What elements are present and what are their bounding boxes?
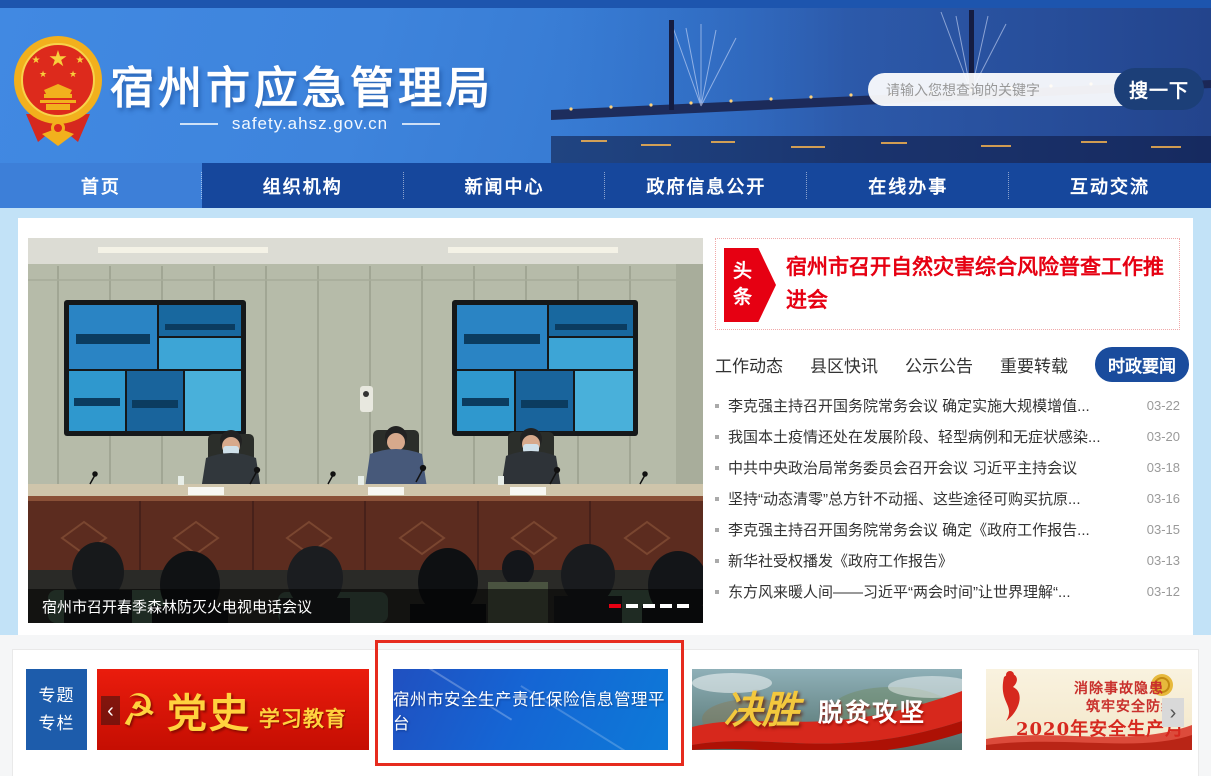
banner-poverty-main: 决胜: [724, 679, 800, 734]
nav-item-news-center[interactable]: 新闻中心: [404, 163, 606, 208]
banner-insurance-text: 宿州市安全生产责任保险信息管理平台: [393, 686, 668, 734]
news-column: 头条 宿州市召开自然灾害综合风险普查工作推进会 工作动态 县区快讯 公示公告 重…: [715, 238, 1183, 623]
prev-arrow-icon[interactable]: ‹: [101, 696, 120, 725]
news-title[interactable]: 坚持“动态清零”总方针不动摇、这些途径可购买抗原...: [728, 488, 1134, 509]
carousel-dots: [609, 604, 689, 608]
carousel-caption-bar: 宿州市召开春季森林防灭火电视电话会议: [28, 589, 703, 623]
banner-party-sub: 学习教育: [259, 703, 347, 733]
news-date: 03-22: [1134, 398, 1180, 413]
next-arrow-icon[interactable]: ›: [1162, 698, 1184, 727]
carousel-dot[interactable]: [609, 604, 621, 608]
banner-safety-line1: 消除事故隐患: [1074, 678, 1164, 698]
news-title[interactable]: 李克强主持召开国务院常务会议 确定《政府工作报告...: [728, 519, 1134, 540]
headline-badge-label: 头条: [733, 259, 753, 310]
news-date: 03-15: [1134, 522, 1180, 537]
mid-background: 宿州市召开春季森林防灭火电视电话会议 头条 宿州市召开自然: [0, 208, 1211, 635]
nav-item-interaction[interactable]: 互动交流: [1009, 163, 1211, 208]
nav-item-organization[interactable]: 组织机构: [202, 163, 404, 208]
bullet-icon: [715, 466, 719, 470]
carousel-dot[interactable]: [643, 604, 655, 608]
url-dash-left: [180, 123, 218, 125]
news-title[interactable]: 李克强主持召开国务院常务会议 确定实施大规模增值...: [728, 395, 1134, 416]
bullet-icon: [715, 497, 719, 501]
news-list-item[interactable]: 坚持“动态清零”总方针不动摇、这些途径可购买抗原... 03-16: [715, 483, 1180, 514]
url-dash-right: [402, 123, 440, 125]
search-bar: 搜一下: [868, 68, 1204, 110]
top-strip: [0, 0, 1211, 8]
carousel-dot[interactable]: [626, 604, 638, 608]
banner-poverty-sub: 脱贫攻坚: [818, 693, 926, 729]
svg-text:★: ★: [39, 69, 47, 79]
news-list: 李克强主持召开国务院常务会议 确定实施大规模增值... 03-22 我国本土疫情…: [715, 390, 1180, 607]
search-button[interactable]: 搜一下: [1114, 68, 1204, 110]
special-label-line1: 专题: [39, 682, 75, 709]
news-date: 03-13: [1134, 553, 1180, 568]
banner-poverty-alleviation[interactable]: 决胜 脱贫攻坚: [692, 669, 962, 750]
carousel-caption[interactable]: 宿州市召开春季森林防灭火电视电话会议: [42, 596, 609, 617]
bullet-icon: [715, 528, 719, 532]
news-title[interactable]: 新华社受权播发《政府工作报告》: [728, 550, 1134, 571]
news-list-item[interactable]: 李克强主持召开国务院常务会议 确定《政府工作报告... 03-15: [715, 514, 1180, 545]
news-date: 03-16: [1134, 491, 1180, 506]
news-date: 03-20: [1134, 429, 1180, 444]
banner-safety-line3: 2020年安全生产月: [1016, 715, 1184, 741]
bullet-icon: [715, 559, 719, 563]
tab-work-dynamics[interactable]: 工作动态: [715, 352, 783, 377]
bottom-background: 专题 专栏 ‹ ☭ 党史 学习教育 宿州市安全生产责任保险信息管理平台: [0, 635, 1211, 776]
national-emblem-icon: ★ ★ ★ ★ ★: [12, 30, 104, 148]
nav-item-online-service[interactable]: 在线办事: [807, 163, 1009, 208]
tab-county-news[interactable]: 县区快讯: [810, 352, 878, 377]
headline-box: 头条 宿州市召开自然灾害综合风险普查工作推进会: [715, 238, 1180, 330]
main-panel: 宿州市召开春季森林防灭火电视电话会议 头条 宿州市召开自然: [18, 218, 1193, 635]
news-list-item[interactable]: 新华社受权播发《政府工作报告》 03-13: [715, 545, 1180, 576]
carousel-dot[interactable]: [677, 604, 689, 608]
banner-insurance-platform[interactable]: 宿州市安全生产责任保险信息管理平台: [393, 669, 668, 750]
video-wall-right: [452, 300, 638, 436]
banner-row: ☭ 党史 学习教育 宿州市安全生产责任保险信息管理平台: [97, 669, 1192, 776]
video-wall-left: [64, 300, 246, 436]
news-list-item[interactable]: 中共中央政治局常务委员会召开会议 习近平主持会议 03-18: [715, 452, 1180, 483]
news-list-item[interactable]: 李克强主持召开国务院常务会议 确定实施大规模增值... 03-22: [715, 390, 1180, 421]
site-title: 宿州市应急管理局: [110, 52, 494, 116]
hammer-sickle-icon: ☭: [115, 682, 161, 737]
bullet-icon: [715, 404, 719, 408]
nav-item-gov-info[interactable]: 政府信息公开: [605, 163, 807, 208]
svg-text:★: ★: [32, 55, 41, 66]
search-input[interactable]: [868, 73, 1140, 106]
svg-text:★: ★: [76, 55, 85, 66]
page: ★ ★ ★ ★ ★ 宿州市应急管理局 safety.ahsz.gov.cn 搜一…: [0, 0, 1211, 776]
banner-party-history[interactable]: ☭ 党史 学习教育: [97, 669, 369, 750]
nav-item-home[interactable]: 首页: [0, 163, 202, 208]
headline-title[interactable]: 宿州市召开自然灾害综合风险普查工作推进会: [786, 252, 1165, 317]
svg-text:★: ★: [48, 46, 68, 71]
news-date: 03-18: [1134, 460, 1180, 475]
bullet-icon: [715, 435, 719, 439]
special-column-label[interactable]: 专题 专栏: [26, 669, 87, 750]
carousel-dot[interactable]: [660, 604, 672, 608]
svg-text:★: ★: [69, 69, 77, 79]
carousel-photo-meeting: [28, 238, 703, 623]
news-title[interactable]: 中共中央政治局常务委员会召开会议 习近平主持会议: [728, 457, 1134, 478]
tab-important-reposts[interactable]: 重要转载: [1000, 352, 1068, 377]
headline-badge: 头条: [724, 248, 776, 322]
news-title[interactable]: 我国本土疫情还处在发展阶段、轻型病例和无症状感染...: [728, 426, 1134, 447]
tab-public-notice[interactable]: 公示公告: [905, 352, 973, 377]
site-url: safety.ahsz.gov.cn: [232, 114, 388, 134]
site-url-row: safety.ahsz.gov.cn: [110, 114, 510, 134]
special-column-panel: 专题 专栏 ‹ ☭ 党史 学习教育 宿州市安全生产责任保险信息管理平台: [12, 649, 1199, 776]
news-carousel[interactable]: 宿州市召开春季森林防灭火电视电话会议: [28, 238, 703, 623]
banner-party-main: 党史: [167, 681, 251, 739]
news-title[interactable]: 东方风来暖人间——习近平“两会时间”让世界理解“...: [728, 581, 1134, 602]
tab-current-politics-active[interactable]: 时政要闻: [1095, 347, 1189, 382]
bullet-icon: [715, 590, 719, 594]
news-list-item[interactable]: 我国本土疫情还处在发展阶段、轻型病例和无症状感染... 03-20: [715, 421, 1180, 452]
main-nav: 首页 组织机构 新闻中心 政府信息公开 在线办事 互动交流: [0, 163, 1211, 208]
special-label-line2: 专栏: [39, 710, 75, 737]
site-header: ★ ★ ★ ★ ★ 宿州市应急管理局 safety.ahsz.gov.cn 搜一…: [0, 8, 1211, 163]
news-date: 03-12: [1134, 584, 1180, 599]
news-list-item[interactable]: 东方风来暖人间——习近平“两会时间”让世界理解“... 03-12: [715, 576, 1180, 607]
news-tabs: 工作动态 县区快讯 公示公告 重要转载 时政要闻: [715, 347, 1180, 381]
